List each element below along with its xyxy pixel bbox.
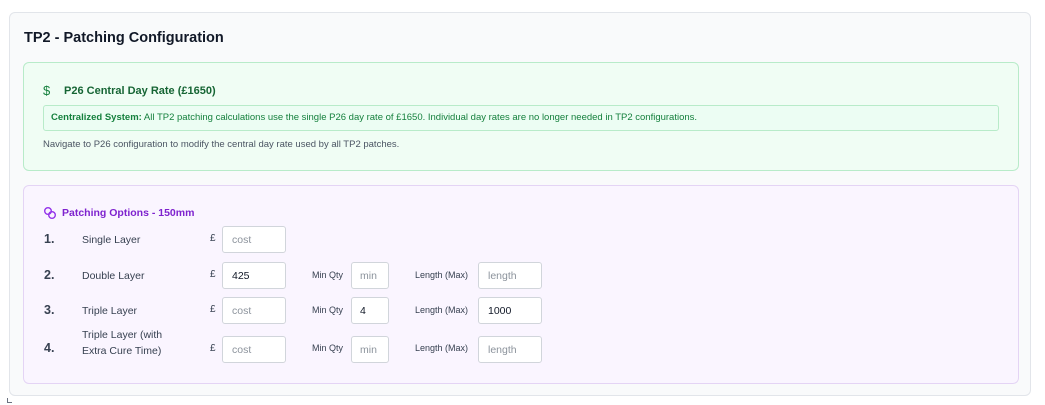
currency-symbol: £ xyxy=(210,343,216,354)
day-rate-header: $ P26 Central Day Rate (£1650) xyxy=(43,83,216,98)
option-number: 3. xyxy=(44,303,55,317)
option-label-line1: Triple Layer (with xyxy=(82,329,163,341)
triple-layer-min-qty-input[interactable] xyxy=(351,297,389,324)
centralized-notice: Centralized System: All TP2 patching cal… xyxy=(43,105,999,131)
extra-cure-length-input[interactable] xyxy=(478,336,542,363)
option-number: 2. xyxy=(44,268,55,282)
min-qty-label: Min Qty xyxy=(312,305,344,315)
day-rate-panel: $ P26 Central Day Rate (£1650) Centraliz… xyxy=(23,62,1019,171)
double-layer-cost-input[interactable] xyxy=(222,262,286,289)
extra-cure-min-qty-input[interactable] xyxy=(351,336,389,363)
currency-symbol: £ xyxy=(210,269,216,280)
length-max-label: Length (Max) xyxy=(415,270,469,280)
patching-options-panel: Patching Options - 150mm 1. Single Layer… xyxy=(23,185,1019,384)
option-label: Double Layer xyxy=(82,270,145,282)
option-number: 4. xyxy=(44,341,55,355)
link-icon xyxy=(44,207,56,219)
option-row-double-layer: 2. Double Layer £ Min Qty Length (Max) xyxy=(24,262,1018,292)
currency-symbol: £ xyxy=(210,233,216,244)
page-title: TP2 - Patching Configuration xyxy=(24,30,224,46)
length-max-label: Length (Max) xyxy=(415,343,469,353)
double-layer-length-input[interactable] xyxy=(478,262,542,289)
dollar-icon: $ xyxy=(43,83,51,98)
min-qty-label: Min Qty xyxy=(312,343,344,353)
option-label-line2: Extra Cure Time) xyxy=(82,345,162,357)
option-label: Triple Layer (with Extra Cure Time) xyxy=(82,327,162,359)
single-layer-cost-input[interactable] xyxy=(222,226,286,253)
double-layer-min-qty-input[interactable] xyxy=(351,262,389,289)
resize-handle xyxy=(7,398,12,403)
option-label: Single Layer xyxy=(82,234,141,246)
triple-layer-cost-input[interactable] xyxy=(222,297,286,324)
option-number: 1. xyxy=(44,232,55,246)
option-row-triple-layer-extra-cure: 4. Triple Layer (with Extra Cure Time) £… xyxy=(24,329,1018,366)
extra-cure-cost-input[interactable] xyxy=(222,336,286,363)
patching-options-header: Patching Options - 150mm xyxy=(43,206,194,220)
currency-symbol: £ xyxy=(210,304,216,315)
triple-layer-length-input[interactable] xyxy=(478,297,542,324)
patching-options-title: Patching Options - 150mm xyxy=(62,207,195,219)
navigate-note: Navigate to P26 configuration to modify … xyxy=(43,139,400,150)
notice-label: Centralized System: xyxy=(51,112,142,123)
option-row-single-layer: 1. Single Layer £ xyxy=(24,226,1018,256)
min-qty-label: Min Qty xyxy=(312,270,344,280)
notice-text: All TP2 patching calculations use the si… xyxy=(141,112,698,123)
patching-config-card: TP2 - Patching Configuration $ P26 Centr… xyxy=(9,12,1031,396)
option-row-triple-layer: 3. Triple Layer £ Min Qty Length (Max) xyxy=(24,297,1018,327)
length-max-label: Length (Max) xyxy=(415,305,469,315)
day-rate-title: P26 Central Day Rate (£1650) xyxy=(64,84,216,97)
option-label: Triple Layer xyxy=(82,305,138,317)
